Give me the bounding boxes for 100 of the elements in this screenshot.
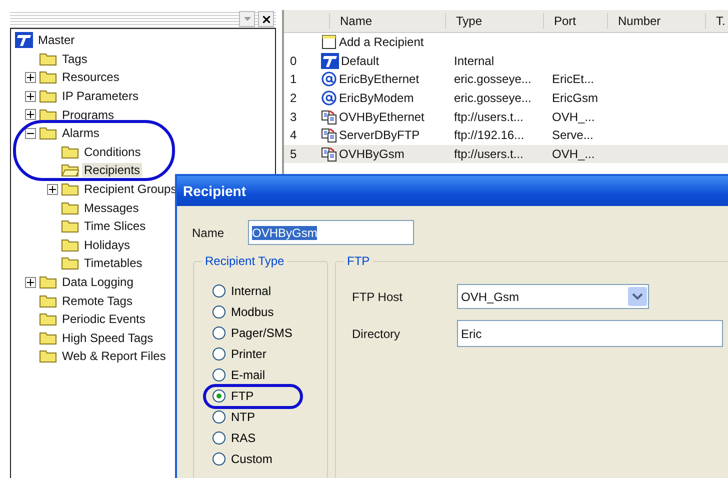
table-cell: EricEt... [552,72,594,86]
table-row[interactable]: 3 OVHByEthernet ftp://users.t... OVH_... [284,107,728,126]
collapse-icon[interactable] [25,128,36,139]
at-sign-icon [321,90,337,106]
tree-item[interactable]: Alarms [60,126,102,140]
radio-option[interactable]: NTP [212,408,327,425]
group-legend: FTP [344,254,373,268]
tree-item[interactable]: Resources [60,70,122,84]
document-transfer-icon [321,146,337,162]
radio-icon[interactable] [212,326,226,340]
tree-item[interactable]: High Speed Tags [60,330,156,345]
tree-item[interactable]: Recipient Groups [82,182,179,196]
table-row[interactable]: 0 Default Internal [284,52,728,70]
table-row[interactable]: 5 OVHByGsm ftp://users.t... OVH_... [284,144,728,164]
folder-icon [61,219,79,234]
tree-item[interactable]: Data Logging [60,275,136,290]
tree-item[interactable]: IP Parameters [60,89,140,104]
table-cell: ftp://192.16... [454,128,524,142]
folder-icon [39,89,57,104]
column-header[interactable]: Number [607,13,705,29]
folder-icon [39,349,57,364]
at-sign-icon [321,71,337,88]
radio-option[interactable]: Modbus [212,303,327,320]
tree-item[interactable]: Messages [82,200,141,215]
radio-icon[interactable] [212,388,226,402]
expand-icon[interactable] [25,109,36,120]
tree-item[interactable]: Time Slices [82,219,148,234]
radio-icon[interactable] [212,284,226,298]
table-cell: OVHByGsm [339,146,404,161]
table-cell: 4 [290,128,297,142]
table-cell: Add a Recipient [339,35,424,50]
host-dropdown[interactable]: OVH_Gsm [457,284,649,309]
name-field[interactable]: OVHByGsm [248,220,414,245]
tree-item[interactable]: Timetables [82,256,144,270]
folder-icon [39,108,57,122]
radio-option[interactable]: RAS [212,429,327,446]
tree-item[interactable]: Master [36,33,77,48]
table-cell: eric.gosseye... [454,91,532,106]
table-cell: ServerDByFTP [339,128,420,142]
tree-item[interactable]: Tags [60,52,90,66]
expand-icon[interactable] [25,90,36,102]
open-folder-icon [61,163,79,178]
tree-item[interactable]: Remote Tags [60,294,134,308]
folder-icon [39,70,57,84]
tree-item[interactable]: Conditions [82,144,143,159]
column-header[interactable]: Name [329,13,445,29]
folder-icon [39,52,57,66]
table-cell: OVH_... [552,110,595,124]
radio-option[interactable]: Pager/SMS [212,324,327,341]
table-cell: 0 [290,54,297,68]
table-row[interactable]: Add a Recipient [284,33,728,52]
table-cell: OVH_... [552,146,595,161]
folder-icon [61,200,79,215]
folder-icon [61,238,79,252]
table-row[interactable]: 4 ServerDByFTP ftp://192.16... Serve... [284,126,728,145]
radio-icon[interactable] [212,304,226,318]
folder-icon [39,294,57,308]
table-cell: 2 [290,91,297,106]
radio-option[interactable]: Internal [212,282,327,299]
table-cell: 3 [290,110,297,124]
logo-icon [15,32,33,48]
tree-item[interactable]: Web & Report Files [60,349,168,364]
radio-icon[interactable] [212,430,226,444]
tree-item[interactable]: Holidays [82,238,132,252]
radio-option[interactable]: Custom [212,450,327,467]
table-cell: Serve... [552,128,594,142]
field-label: Name [192,226,226,240]
tree-item[interactable]: Periodic Events [60,312,148,326]
table-cell: ftp://users.t... [454,110,524,124]
close-icon[interactable] [258,11,274,27]
logo-icon [321,52,339,69]
folder-icon [39,126,57,140]
directory-field[interactable]: Eric [457,320,723,347]
radio-option[interactable]: Printer [212,345,327,362]
column-header[interactable]: T. [705,13,728,29]
dialog-title: Recipient [177,176,728,206]
table-row[interactable]: 2 EricByModem eric.gosseye... EricGsm [284,88,728,108]
tree-item[interactable]: Recipients [82,163,142,178]
expand-icon[interactable] [25,72,36,83]
column-header[interactable]: Type [445,13,543,29]
folder-icon [61,144,79,159]
tree-item[interactable]: Programs [60,108,116,122]
dropdown-icon[interactable] [628,287,647,306]
expand-icon[interactable] [47,184,58,195]
column-header[interactable]: Port [543,13,607,29]
folder-icon [39,312,57,326]
radio-icon[interactable] [212,452,226,466]
document-transfer-icon [321,108,337,125]
radio-icon[interactable] [212,368,226,382]
folder-icon [61,182,79,196]
expand-icon[interactable] [25,276,36,288]
radio-option[interactable]: FTP [212,387,327,404]
radio-icon[interactable] [212,346,226,360]
table-cell: EricByEthernet [339,72,420,86]
radio-icon[interactable] [212,410,226,424]
blank-page-icon [321,34,337,50]
radio-option[interactable]: E-mail [212,366,327,383]
table-row[interactable]: 1 EricByEthernet eric.gosseye... EricEt... [284,70,728,89]
field-label: FTP Host [352,290,404,304]
table-cell: eric.gosseye... [454,72,532,86]
